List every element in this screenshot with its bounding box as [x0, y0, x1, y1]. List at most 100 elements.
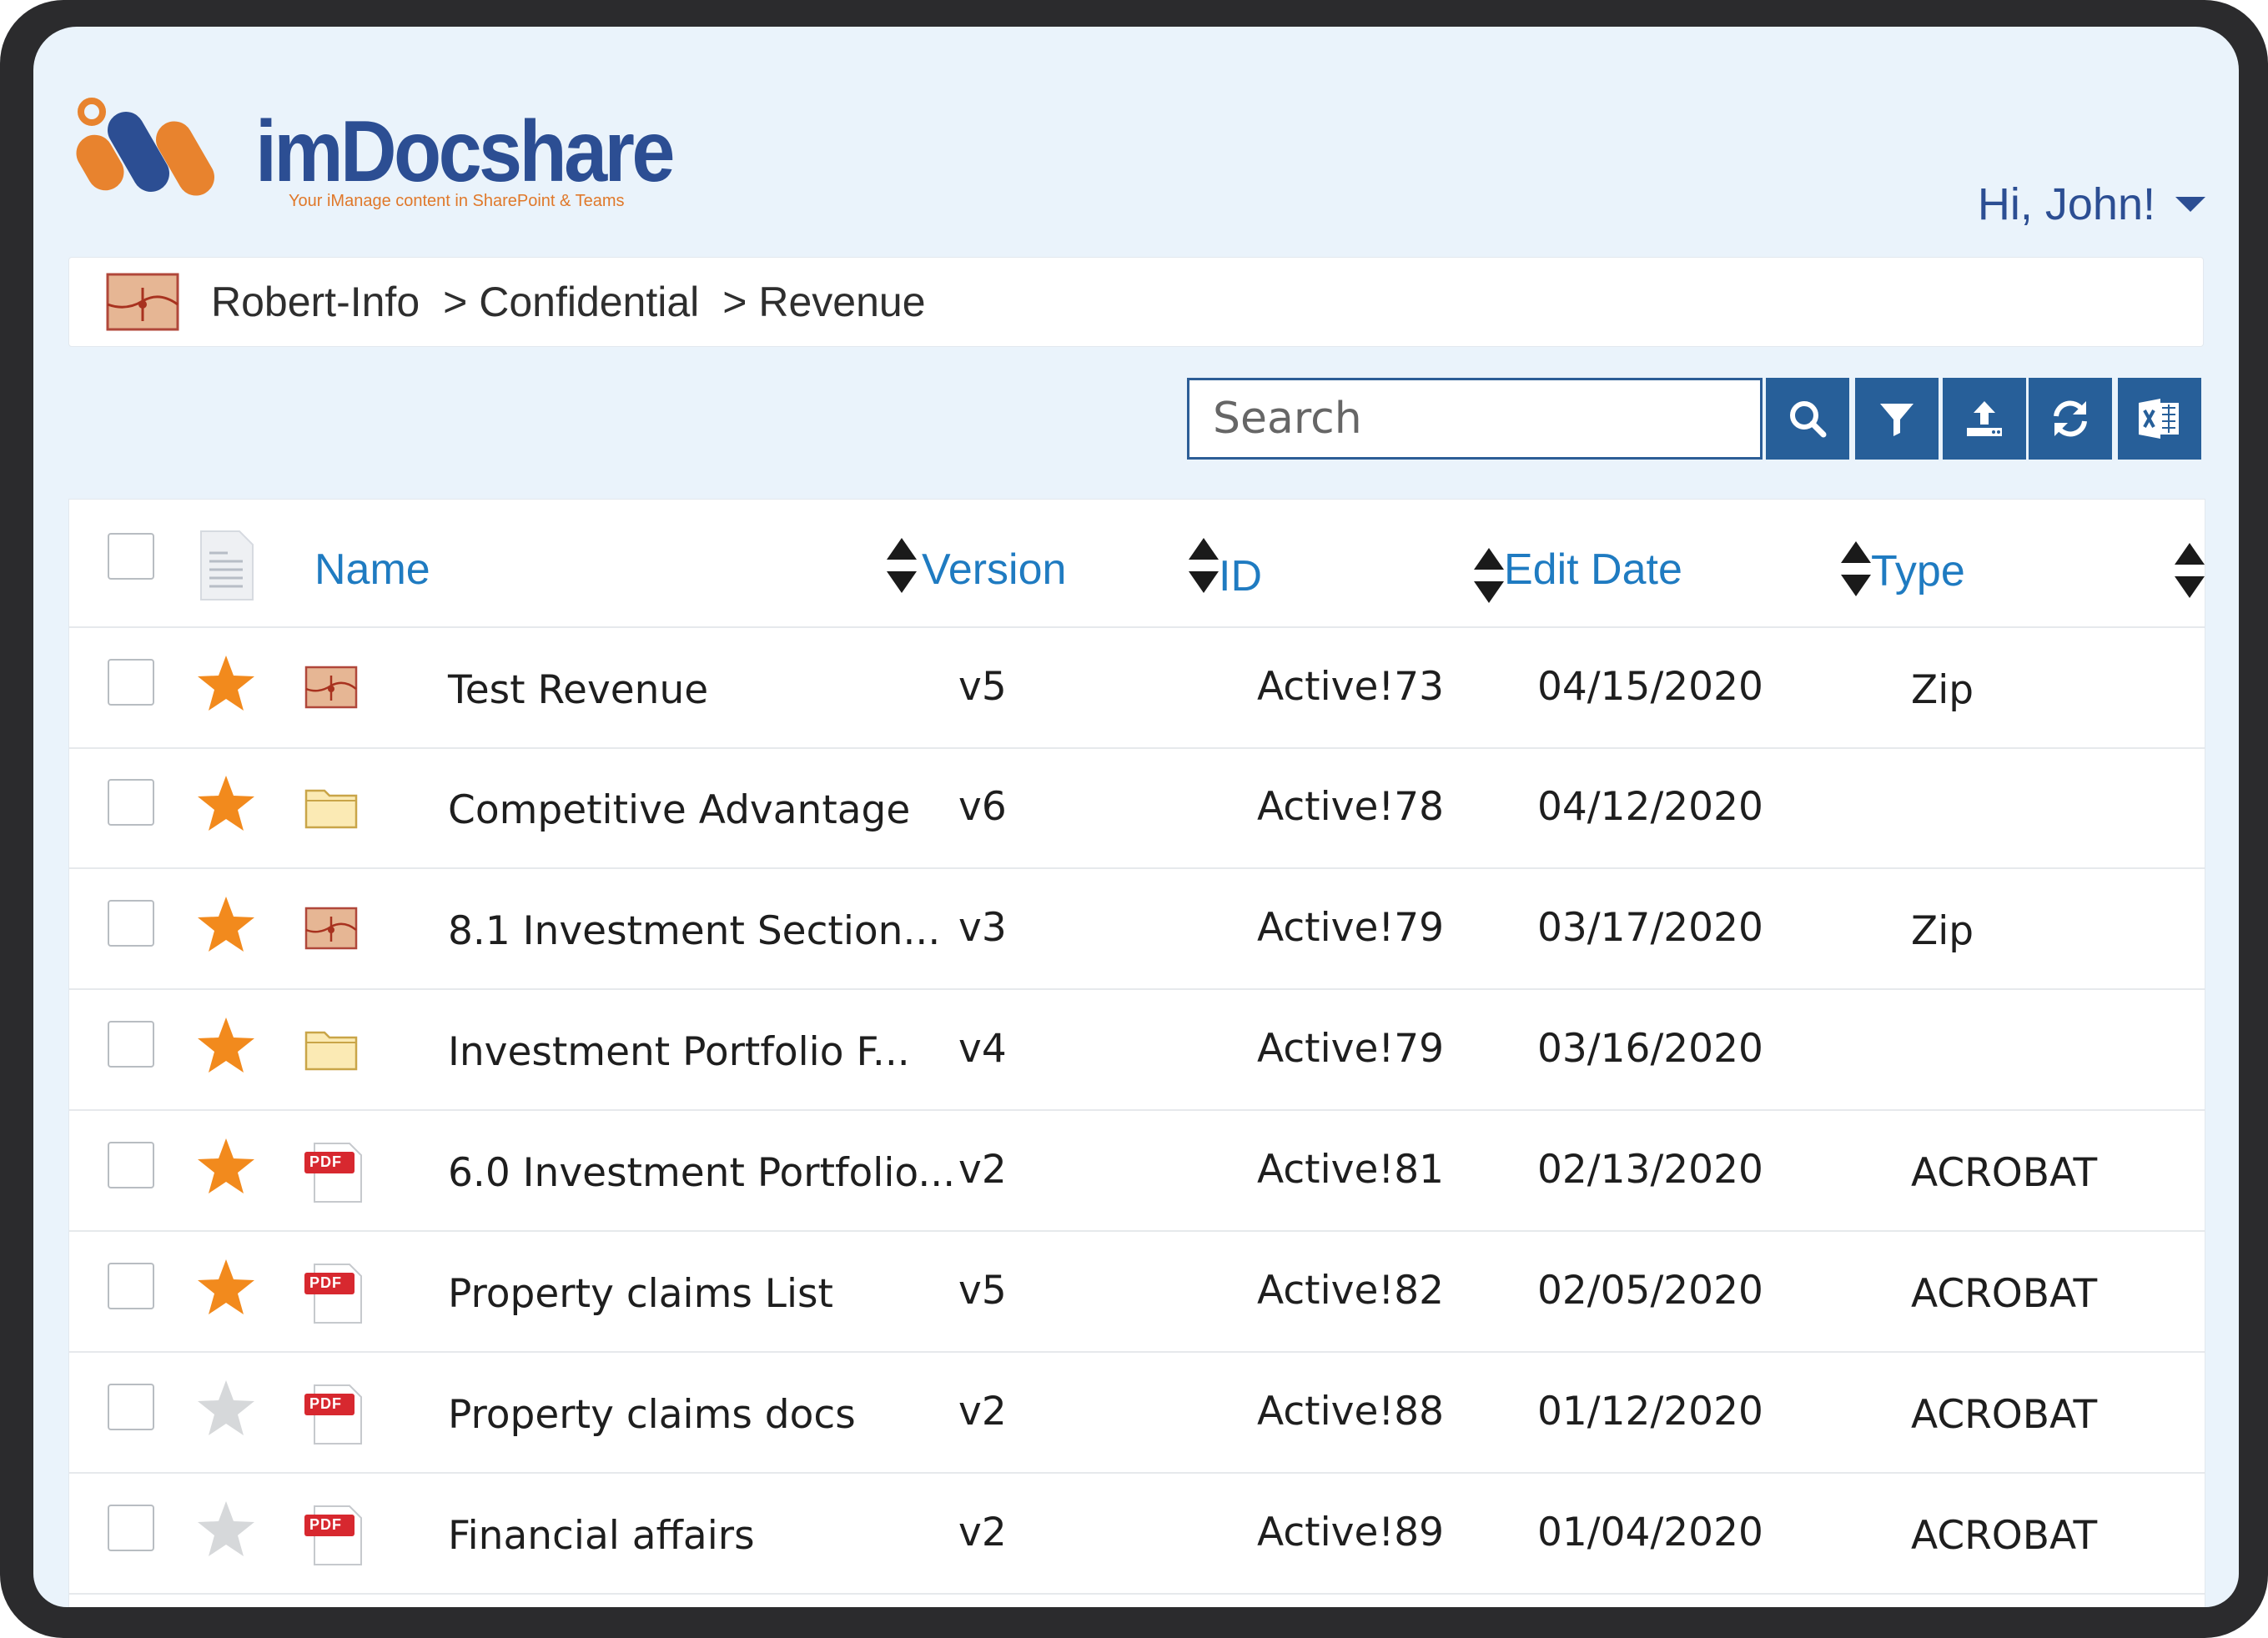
- document-edit-date: 01/12/2020: [1537, 1388, 1763, 1435]
- table-row[interactable]: Investment Portfolio F... v4 Active!79 03/1…: [69, 988, 2205, 1111]
- document-type: ACROBAT: [1911, 1270, 2098, 1317]
- document-name[interactable]: 8.1 Investment Section...: [448, 908, 940, 954]
- excel-export-icon: [2139, 399, 2179, 439]
- document-type: Zip: [1911, 907, 1974, 954]
- document-type: ACROBAT: [1911, 1149, 2098, 1196]
- filter-button[interactable]: [1855, 378, 1939, 460]
- table-row[interactable]: PDF 6.0 Investment Portfolio... v2 Active!8…: [69, 1109, 2205, 1232]
- document-icon: [200, 530, 254, 600]
- pdf-icon: PDF: [304, 1503, 365, 1570]
- star-filled-icon[interactable]: [196, 654, 256, 712]
- document-version: v2: [958, 1146, 1007, 1193]
- zip-icon: [304, 907, 358, 954]
- document-id: Active!79: [1257, 1025, 1445, 1072]
- column-header-version[interactable]: Version: [922, 545, 1066, 595]
- document-name[interactable]: Property claims docs: [448, 1392, 856, 1438]
- star-filled-icon[interactable]: [196, 1016, 256, 1074]
- brand-tagline: Your iManage content in SharePoint & Tea…: [289, 192, 625, 210]
- star-outline-icon[interactable]: [196, 1500, 256, 1558]
- row-checkbox[interactable]: [108, 1383, 154, 1430]
- document-name[interactable]: Competitive Advantage: [448, 787, 910, 833]
- star-outline-icon[interactable]: [196, 1379, 256, 1437]
- star-filled-icon[interactable]: [196, 895, 256, 953]
- breadcrumb-item-confidential[interactable]: > Confidential: [443, 278, 699, 326]
- star-filled-icon[interactable]: [196, 1137, 256, 1195]
- document-type: ACROBAT: [1911, 1512, 2098, 1559]
- excel-export-button[interactable]: [2118, 378, 2201, 460]
- pdf-badge-label: PDF: [309, 1153, 342, 1170]
- refresh-icon: [2054, 400, 2087, 437]
- search-box: [1187, 378, 1763, 460]
- breadcrumb-item-robert-info[interactable]: Robert-Info: [211, 278, 420, 326]
- document-name[interactable]: Investment Portfolio F...: [448, 1029, 910, 1075]
- table-row[interactable]: PDF Property claims List v5 Active!82 02/05/…: [69, 1230, 2205, 1353]
- pdf-badge-label: PDF: [309, 1515, 342, 1533]
- document-name[interactable]: 6.0 Investment Portfolio...: [448, 1150, 955, 1196]
- table-row[interactable]: PDF Financial affairs v2 Active!89 01/04/202…: [69, 1472, 2205, 1595]
- document-version: v4: [958, 1025, 1007, 1072]
- pdf-badge-label: PDF: [309, 1394, 342, 1412]
- upload-button[interactable]: [1943, 378, 2026, 460]
- document-name[interactable]: Test Revenue: [448, 667, 708, 713]
- document-type: ACROBAT: [1911, 1391, 2098, 1438]
- document-id: Active!88: [1257, 1388, 1445, 1435]
- table-row[interactable]: 8.1 Investment Section... v3 Active!79 03/1…: [69, 867, 2205, 990]
- row-checkbox[interactable]: [108, 778, 154, 826]
- upload-icon: [1967, 401, 2002, 436]
- sort-name-icon[interactable]: [885, 536, 918, 595]
- user-greeting: Hi, John!: [1977, 179, 2155, 229]
- table-row[interactable]: PDF Property claims docs v2 Active!88 01/12/…: [69, 1351, 2205, 1474]
- row-checkbox[interactable]: [108, 1020, 154, 1068]
- document-id: Active!78: [1257, 783, 1445, 830]
- device-frame: imDocshare Your iManage content in Share…: [0, 0, 2268, 1638]
- row-checkbox[interactable]: [108, 1141, 154, 1188]
- column-header-type[interactable]: Type: [1871, 546, 1965, 596]
- star-filled-icon[interactable]: [196, 1258, 256, 1316]
- document-edit-date: 03/17/2020: [1537, 904, 1763, 951]
- brand-name: imDocshare: [255, 103, 675, 200]
- column-header-id[interactable]: ID: [1219, 551, 1262, 601]
- user-menu[interactable]: Hi, John!: [1978, 178, 2205, 230]
- document-edit-date: 01/04/2020: [1537, 1509, 1763, 1555]
- column-header-name[interactable]: Name: [314, 545, 430, 595]
- star-filled-icon[interactable]: [196, 774, 256, 832]
- document-name[interactable]: Financial affairs: [448, 1513, 755, 1559]
- refresh-button[interactable]: [2029, 378, 2112, 460]
- documents-table: Name Version ID Edit Date Type Test Reve…: [68, 499, 2205, 1607]
- document-type: Zip: [1911, 666, 1974, 713]
- document-edit-date: 02/05/2020: [1537, 1267, 1763, 1314]
- row-checkbox[interactable]: [108, 1504, 154, 1551]
- document-name[interactable]: Property claims List: [448, 1271, 833, 1317]
- document-version: v2: [958, 1509, 1007, 1555]
- sort-edit-date-icon[interactable]: [1839, 540, 1873, 598]
- document-version: v5: [958, 663, 1007, 710]
- search-input[interactable]: [1189, 393, 1760, 445]
- row-checkbox[interactable]: [108, 1262, 154, 1309]
- zip-archive-icon: [106, 273, 179, 331]
- table-row[interactable]: Competitive Advantage v6 Active!78 04/12/20…: [69, 746, 2205, 869]
- row-checkbox[interactable]: [108, 658, 154, 706]
- search-button[interactable]: [1766, 378, 1849, 460]
- zip-icon: [304, 666, 358, 713]
- chevron-down-icon: [2175, 197, 2205, 212]
- breadcrumb-item-revenue[interactable]: > Revenue: [722, 278, 925, 326]
- document-id: Active!73: [1257, 663, 1445, 710]
- document-version: v5: [958, 1267, 1007, 1314]
- pdf-icon: PDF: [304, 1382, 365, 1450]
- row-checkbox[interactable]: [108, 899, 154, 947]
- document-edit-date: 04/15/2020: [1537, 663, 1763, 710]
- column-header-edit-date[interactable]: Edit Date: [1504, 545, 1682, 595]
- app-screen: imDocshare Your iManage content in Share…: [33, 27, 2239, 1607]
- document-edit-date: 03/16/2020: [1537, 1025, 1763, 1072]
- pdf-icon: PDF: [304, 1261, 365, 1329]
- sort-version-icon[interactable]: [1187, 536, 1220, 595]
- logo-mark-icon: [76, 98, 214, 196]
- folder-icon: [304, 786, 358, 833]
- pdf-icon: PDF: [304, 1140, 365, 1208]
- sort-id-icon[interactable]: [1472, 546, 1506, 605]
- document-version: v6: [958, 783, 1007, 830]
- select-all-checkbox[interactable]: [108, 533, 154, 580]
- sort-type-icon[interactable]: [2173, 541, 2206, 600]
- brand-logo: imDocshare Your iManage content in Share…: [73, 93, 675, 219]
- table-row[interactable]: Test Revenue v5 Active!73 04/15/2020 Zip: [69, 626, 2205, 749]
